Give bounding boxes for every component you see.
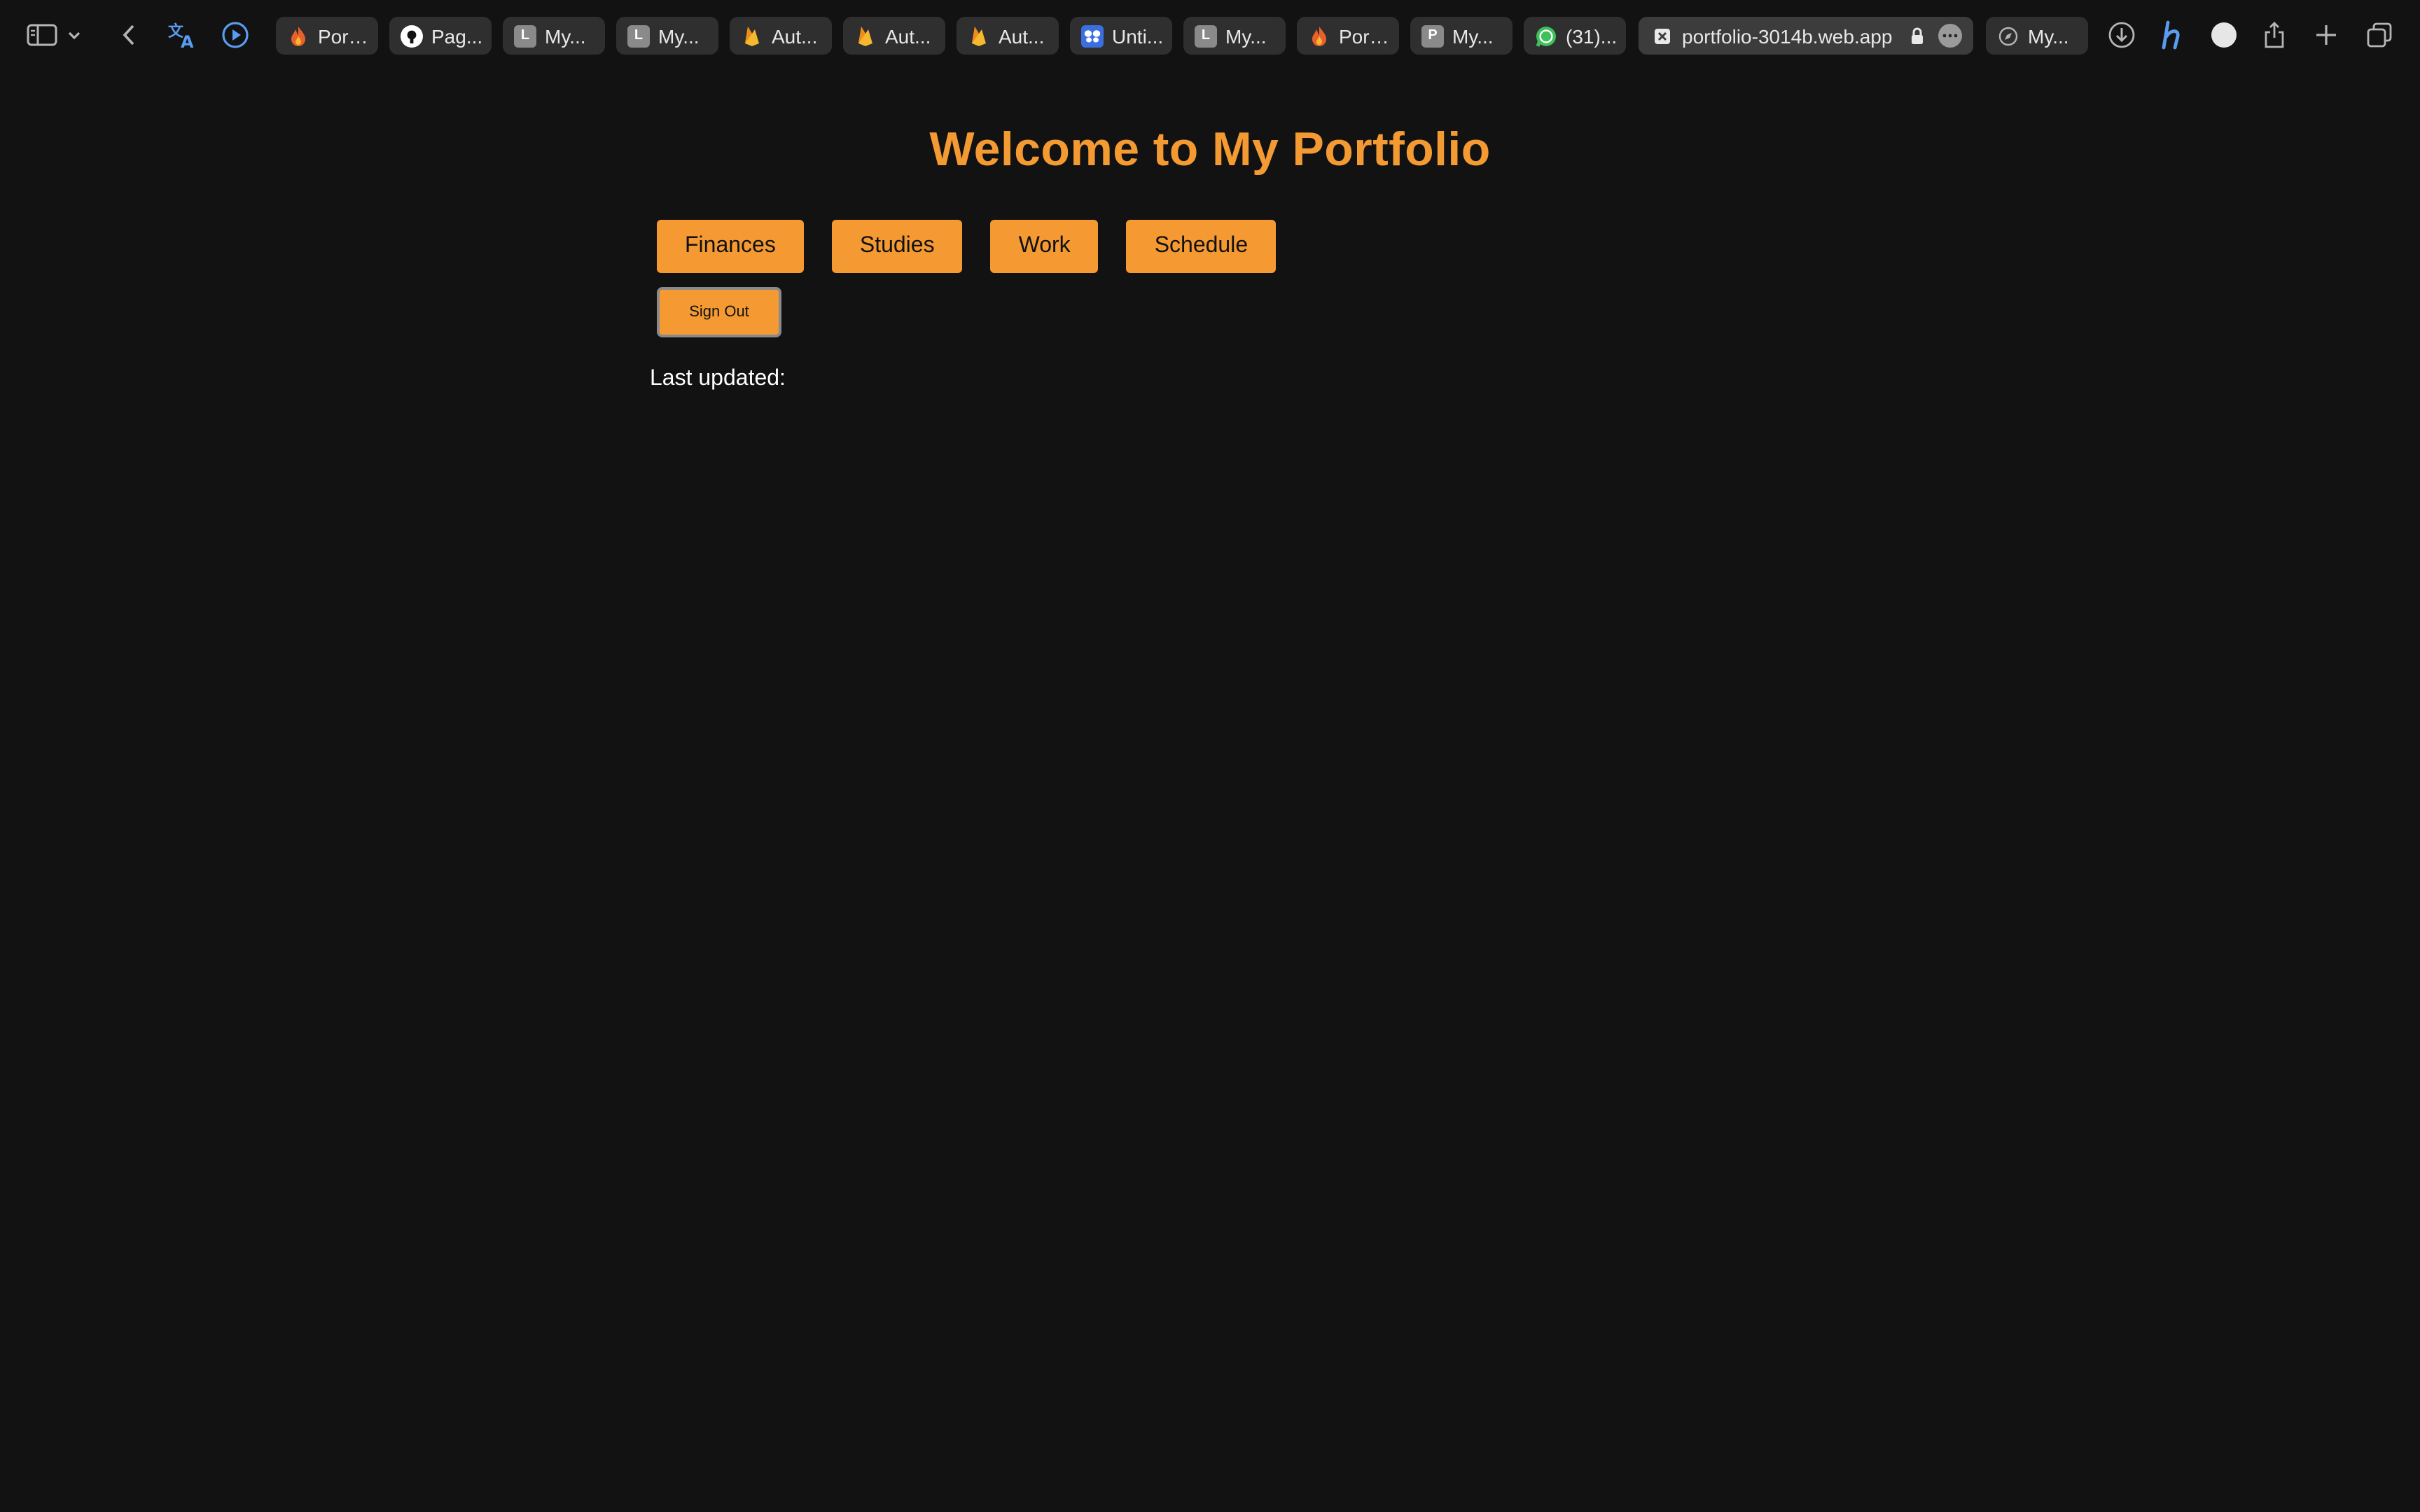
active-tab-address[interactable]: portfolio-3014b.web.app bbox=[1639, 17, 1973, 55]
browser-tab[interactable]: Aut... bbox=[957, 17, 1059, 55]
lock-icon bbox=[1910, 27, 1924, 45]
letter-p-icon: P bbox=[1421, 24, 1444, 47]
browser-tab[interactable]: L My... bbox=[616, 17, 718, 55]
tab-title: Port... bbox=[1339, 24, 1391, 47]
browser-toolbar: 文A Port... Pag... L My... L My... Aut... bbox=[0, 0, 2420, 73]
translate-icon[interactable]: 文A bbox=[165, 17, 202, 53]
tab-title: (31)... bbox=[1566, 24, 1618, 47]
close-tab-icon[interactable] bbox=[1651, 24, 1674, 47]
browser-tab[interactable]: L My... bbox=[503, 17, 605, 55]
svg-text:A: A bbox=[181, 32, 194, 49]
firebase-icon bbox=[854, 24, 877, 47]
sidebar-toggle-icon[interactable] bbox=[24, 17, 60, 53]
extension-h-icon[interactable] bbox=[2155, 17, 2192, 53]
tab-title: Unti... bbox=[1112, 24, 1164, 47]
browser-tab[interactable]: Pag... bbox=[389, 17, 492, 55]
tab-title: Aut... bbox=[885, 24, 931, 47]
page-title: Welcome to My Portfolio bbox=[929, 123, 1491, 176]
address-url[interactable]: portfolio-3014b.web.app bbox=[1682, 24, 1902, 47]
tab-title: Aut... bbox=[772, 24, 818, 47]
work-button[interactable]: Work bbox=[990, 220, 1099, 273]
browser-tab[interactable]: My... bbox=[1986, 17, 2088, 55]
schedule-button[interactable]: Schedule bbox=[1126, 220, 1277, 273]
firebase-icon bbox=[741, 24, 763, 47]
studies-button[interactable]: Studies bbox=[831, 220, 963, 273]
firebase-icon bbox=[968, 24, 990, 47]
compass-icon bbox=[1997, 24, 2019, 47]
browser-tab[interactable]: Unti... bbox=[1070, 17, 1172, 55]
tab-title: My... bbox=[1225, 24, 1267, 47]
tab-title: My... bbox=[658, 24, 700, 47]
github-icon bbox=[401, 24, 423, 47]
firebase-flame-icon bbox=[1308, 24, 1330, 47]
butterfly-icon bbox=[1081, 24, 1104, 47]
play-circle-icon[interactable] bbox=[217, 17, 253, 53]
browser-tab[interactable]: Port... bbox=[1297, 17, 1399, 55]
profile-avatar-icon[interactable] bbox=[2206, 17, 2242, 53]
browser-tab[interactable]: Aut... bbox=[730, 17, 832, 55]
tab-title: My... bbox=[545, 24, 586, 47]
browser-tab[interactable]: (31)... bbox=[1524, 17, 1626, 55]
letter-l-icon: L bbox=[1195, 24, 1217, 47]
tab-title: My... bbox=[1452, 24, 1494, 47]
new-tab-plus-icon[interactable] bbox=[2308, 17, 2344, 53]
browser-tab[interactable]: L My... bbox=[1183, 17, 1286, 55]
last-updated-label: Last updated: bbox=[650, 367, 786, 391]
tab-title: Aut... bbox=[999, 24, 1045, 47]
browser-tab[interactable]: Aut... bbox=[843, 17, 945, 55]
more-options-icon[interactable] bbox=[1938, 24, 1962, 48]
tab-title: Port... bbox=[318, 24, 370, 47]
chevron-down-icon[interactable] bbox=[64, 17, 84, 53]
sign-out-button[interactable]: Sign Out bbox=[657, 287, 781, 337]
back-arrow-icon[interactable] bbox=[111, 17, 147, 53]
letter-l-icon: L bbox=[627, 24, 650, 47]
browser-tab[interactable]: Port... bbox=[276, 17, 378, 55]
nav-button-row: Finances Studies Work Schedule bbox=[657, 220, 1277, 273]
browser-tab[interactable]: P My... bbox=[1410, 17, 1512, 55]
letter-l-icon: L bbox=[514, 24, 536, 47]
tab-overview-icon[interactable] bbox=[2361, 17, 2398, 53]
whatsapp-icon bbox=[1535, 24, 1557, 47]
firebase-flame-icon bbox=[287, 24, 310, 47]
share-icon[interactable] bbox=[2256, 17, 2293, 53]
tab-title: Pag... bbox=[431, 24, 483, 47]
download-icon[interactable] bbox=[2103, 17, 2140, 53]
finances-button[interactable]: Finances bbox=[657, 220, 804, 273]
tab-title: My... bbox=[2028, 24, 2069, 47]
